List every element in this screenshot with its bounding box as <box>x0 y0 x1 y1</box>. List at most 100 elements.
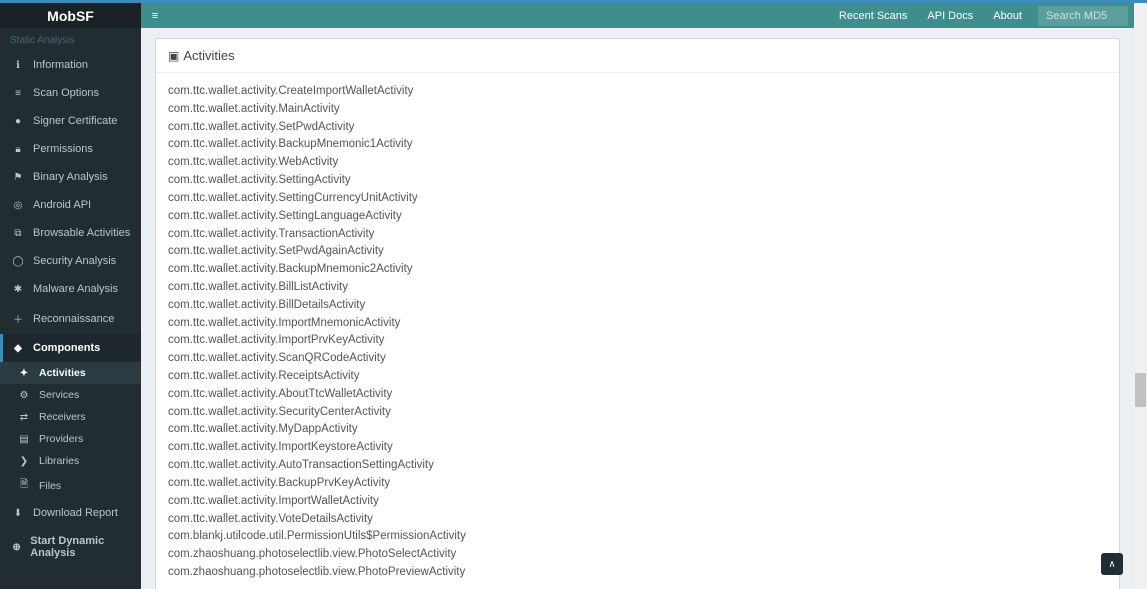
activity-item: com.ttc.wallet.activity.SettingLanguageA… <box>168 208 1107 226</box>
nav-label: Files <box>39 480 61 492</box>
nav-label: Download Report <box>33 507 118 519</box>
nav-scan-options[interactable]: ≡Scan Options <box>0 79 141 107</box>
chevron-up-icon: ∧ <box>1108 559 1115 570</box>
logo-text-a: Mob <box>47 8 76 24</box>
nav-recon[interactable]: ＋ Reconnaissance <box>0 303 141 334</box>
nav-label: Activities <box>39 367 86 379</box>
logo[interactable]: MobSF <box>0 3 141 28</box>
sub-receivers[interactable]: ⇄ Receivers <box>0 406 141 428</box>
nav-label: Libraries <box>39 455 79 467</box>
libraries-icon: ❯ <box>16 456 32 467</box>
nav-signer-cert[interactable]: ● Signer Certificate <box>0 107 141 135</box>
sub-files[interactable]: 🗎Files <box>0 472 141 499</box>
logo-text-b: SF <box>76 8 94 24</box>
activity-item: com.ttc.wallet.activity.BackupMnemonic1A… <box>168 136 1107 154</box>
activity-item: com.ttc.wallet.activity.AboutTtcWalletAc… <box>168 386 1107 404</box>
sub-services[interactable]: ⚙ Services <box>0 384 141 406</box>
link-api-docs[interactable]: API Docs <box>917 10 983 22</box>
nav-android-api[interactable]: ◎ Android API <box>0 191 141 219</box>
nav-label: Information <box>33 59 88 71</box>
nav-download[interactable]: ⬇ Download Report <box>0 499 141 527</box>
activity-item: com.ttc.wallet.activity.WebActivity <box>168 154 1107 172</box>
sub-libraries[interactable]: ❯ Libraries <box>0 450 141 472</box>
main-scrollbar[interactable] <box>1134 3 1147 589</box>
plus-icon: ＋ <box>10 311 26 326</box>
activities-title: Activities <box>183 48 234 63</box>
nav-label: Reconnaissance <box>33 313 114 325</box>
activity-item: com.ttc.wallet.activity.SecurityCenterAc… <box>168 404 1107 422</box>
search-input[interactable] <box>1038 6 1128 26</box>
nav-label: Start Dynamic Analysis <box>30 535 131 559</box>
nav-label: Receivers <box>39 411 86 423</box>
activity-item: com.ttc.wallet.activity.ImportKeystoreAc… <box>168 439 1107 457</box>
activity-item: com.zhaoshuang.photoselectlib.view.Photo… <box>168 546 1107 564</box>
activity-item: com.ttc.wallet.activity.BackupPrvKeyActi… <box>168 475 1107 493</box>
nav-label: Signer Certificate <box>33 115 117 127</box>
copy-icon: ⧉ <box>10 228 26 239</box>
activities-panel: ▣ Activities com.ttc.wallet.activity.Cre… <box>155 38 1120 589</box>
scroll-thumb[interactable] <box>1135 373 1146 407</box>
scroll-to-top-button[interactable]: ∧ <box>1101 553 1123 575</box>
nav-information[interactable]: ℹ Information <box>0 51 141 79</box>
activity-item: com.ttc.wallet.activity.BillDetailsActiv… <box>168 297 1107 315</box>
activity-item: com.ttc.wallet.activity.AutoTransactionS… <box>168 457 1107 475</box>
activities-panel-header: ▣ Activities <box>156 39 1119 73</box>
activity-item: com.ttc.wallet.activity.MyDappActivity <box>168 421 1107 439</box>
activity-item: com.ttc.wallet.activity.SettingCurrencyU… <box>168 190 1107 208</box>
activity-item: com.ttc.wallet.activity.SettingActivity <box>168 172 1107 190</box>
activity-item: com.blankj.utilcode.util.PermissionUtils… <box>168 528 1107 546</box>
services-icon: ⚙ <box>16 390 32 401</box>
bug-icon: ✱ <box>10 284 26 295</box>
link-recent-scans[interactable]: Recent Scans <box>829 10 917 22</box>
main-content[interactable]: ▣ Activities com.ttc.wallet.activity.Cre… <box>141 28 1134 589</box>
nav-components[interactable]: ◆Components <box>0 334 141 362</box>
download-icon: ⬇ <box>10 508 26 519</box>
nav-security[interactable]: ◯ Security Analysis <box>0 247 141 275</box>
nav-binary[interactable]: ⚑ Binary Analysis <box>0 163 141 191</box>
activity-item: com.ttc.wallet.activity.ScanQRCodeActivi… <box>168 350 1107 368</box>
receivers-icon: ⇄ <box>16 412 32 423</box>
nav-label: Browsable Activities <box>33 227 130 239</box>
info-icon: ℹ <box>10 60 26 71</box>
nav-label: Services <box>39 389 79 401</box>
nav-browsable[interactable]: ⧉ Browsable Activities <box>0 219 141 247</box>
activity-item: com.ttc.wallet.activity.ReceiptsActivity <box>168 368 1107 386</box>
activities-header-icon: ▣ <box>168 49 179 63</box>
activity-item: com.ttc.wallet.activity.SetPwdAgainActiv… <box>168 243 1107 261</box>
activity-item: com.ttc.wallet.activity.SetPwdActivity <box>168 119 1107 137</box>
activity-item: com.ttc.wallet.activity.ImportWalletActi… <box>168 493 1107 511</box>
sub-activities[interactable]: ✦ Activities <box>0 362 141 384</box>
sidebar-section-header: Static Analysis <box>0 28 141 51</box>
nav-label: Binary Analysis <box>33 171 108 183</box>
nav-permissions[interactable]: 🔒︎ Permissions <box>0 135 141 163</box>
flag-icon: ⚑ <box>10 172 26 183</box>
top-header: ≡ Recent Scans API Docs About <box>141 3 1134 28</box>
sub-providers[interactable]: ▤ Providers <box>0 428 141 450</box>
dynamic-icon: ⊕ <box>10 542 23 553</box>
link-about[interactable]: About <box>983 10 1032 22</box>
nav-label: Android API <box>33 199 91 211</box>
nav-label: Malware Analysis <box>33 283 118 295</box>
nav-label: Permissions <box>33 143 93 155</box>
activity-item: com.ttc.wallet.activity.MainActivity <box>168 101 1107 119</box>
activities-icon: ✦ <box>16 368 32 379</box>
activity-item: com.zhaoshuang.photoselectlib.view.Photo… <box>168 564 1107 582</box>
sidebar: MobSF Static Analysis ℹ Information ≡Scan… <box>0 3 141 589</box>
target-icon: ◎ <box>10 200 26 211</box>
activity-item: com.ttc.wallet.activity.ImportPrvKeyActi… <box>168 332 1107 350</box>
shield-icon: ◯ <box>10 256 26 267</box>
nav-dynamic[interactable]: ⊕ Start Dynamic Analysis <box>0 527 141 567</box>
cert-icon: ● <box>10 116 26 127</box>
nav-label: Scan Options <box>33 87 99 99</box>
activity-item: com.ttc.wallet.activity.VoteDetailsActiv… <box>168 511 1107 529</box>
nav-label: Providers <box>39 433 83 445</box>
components-icon: ◆ <box>10 343 26 354</box>
nav-malware[interactable]: ✱ Malware Analysis <box>0 275 141 303</box>
providers-icon: ▤ <box>16 434 32 445</box>
activity-item: com.ttc.wallet.activity.TransactionActiv… <box>168 226 1107 244</box>
sidebar-toggle[interactable]: ≡ <box>141 3 169 28</box>
bars-icon: ≡ <box>152 10 158 22</box>
nav-label: Security Analysis <box>33 255 116 267</box>
activity-item: com.ttc.wallet.activity.BackupMnemonic2A… <box>168 261 1107 279</box>
lock-icon: 🔒︎ <box>10 144 26 155</box>
